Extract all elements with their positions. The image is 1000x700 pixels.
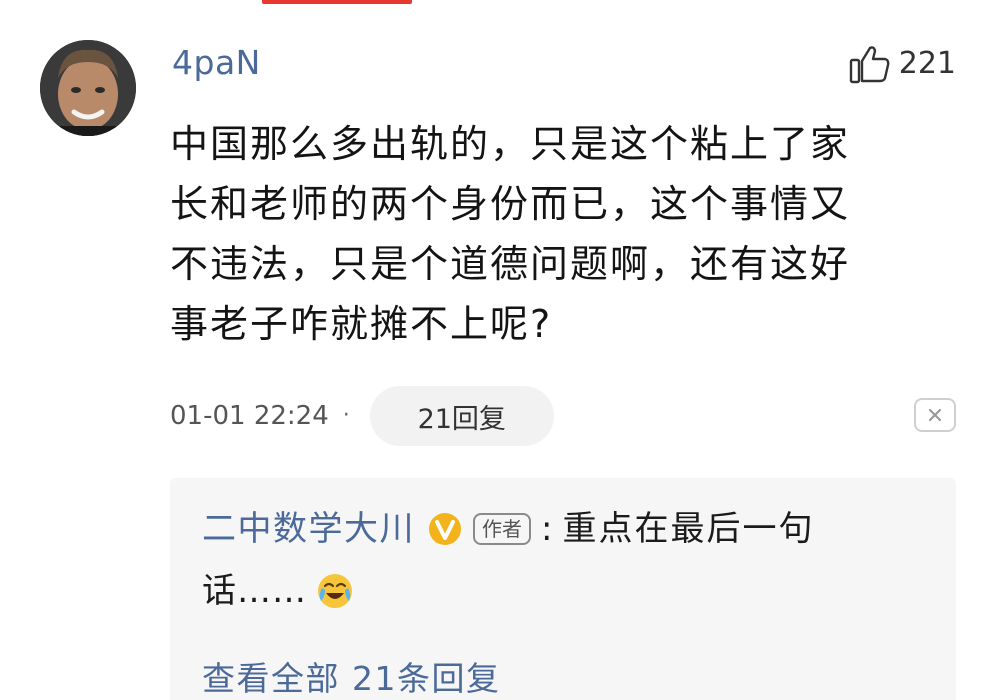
author-tag-badge: 作者 bbox=[473, 513, 531, 545]
crying-laughing-emoji-icon bbox=[318, 574, 352, 608]
avatar[interactable] bbox=[40, 40, 136, 136]
comment-time: 01-01 22:24 bbox=[170, 401, 329, 431]
reply-preview: 二中数学大川 作者 : 重点在最后一句 话…… 查看全部 21条回复 bbox=[170, 478, 956, 700]
reply-author[interactable]: 二中数学大川 bbox=[202, 502, 415, 556]
reply-second-line: 话…… bbox=[202, 564, 355, 618]
like-count: 221 bbox=[898, 46, 956, 81]
reply-colon: : bbox=[541, 509, 553, 549]
comment-text-line: 不违法，只是个道德问题啊，还有这好 bbox=[170, 242, 851, 286]
top-tab-indicator bbox=[262, 0, 412, 4]
like-button[interactable]: 221 bbox=[849, 44, 956, 84]
close-icon bbox=[928, 408, 942, 422]
comment-text-line: 中国那么多出轨的，只是这个粘上了家 bbox=[170, 122, 851, 166]
comment-username[interactable]: 4paN bbox=[172, 42, 261, 84]
meta-separator: · bbox=[342, 403, 350, 428]
reply-text-continued: 话…… bbox=[202, 571, 307, 611]
comment-text-line: 事老子咋就摊不上呢? bbox=[170, 302, 553, 346]
comment-text-line: 长和老师的两个身份而已，这个事情又 bbox=[170, 182, 851, 226]
dismiss-button[interactable] bbox=[914, 398, 956, 432]
comment-meta: 01-01 22:24 · 21回复 bbox=[170, 386, 554, 446]
thumbs-up-icon bbox=[849, 46, 890, 84]
reply-text: 重点在最后一句 bbox=[562, 509, 815, 549]
reply-first-line: 二中数学大川 作者 : 重点在最后一句 bbox=[202, 502, 814, 556]
comment-text: 中国那么多出轨的，只是这个粘上了家 长和老师的两个身份而已，这个事情又 不违法，… bbox=[170, 114, 970, 354]
reply-count-label: 21回复 bbox=[417, 403, 506, 435]
view-all-replies-link[interactable]: 查看全部 21条回复 bbox=[202, 654, 500, 700]
avatar-image bbox=[40, 40, 136, 136]
verified-v-icon bbox=[429, 513, 461, 545]
reply-button[interactable]: 21回复 bbox=[369, 386, 554, 446]
